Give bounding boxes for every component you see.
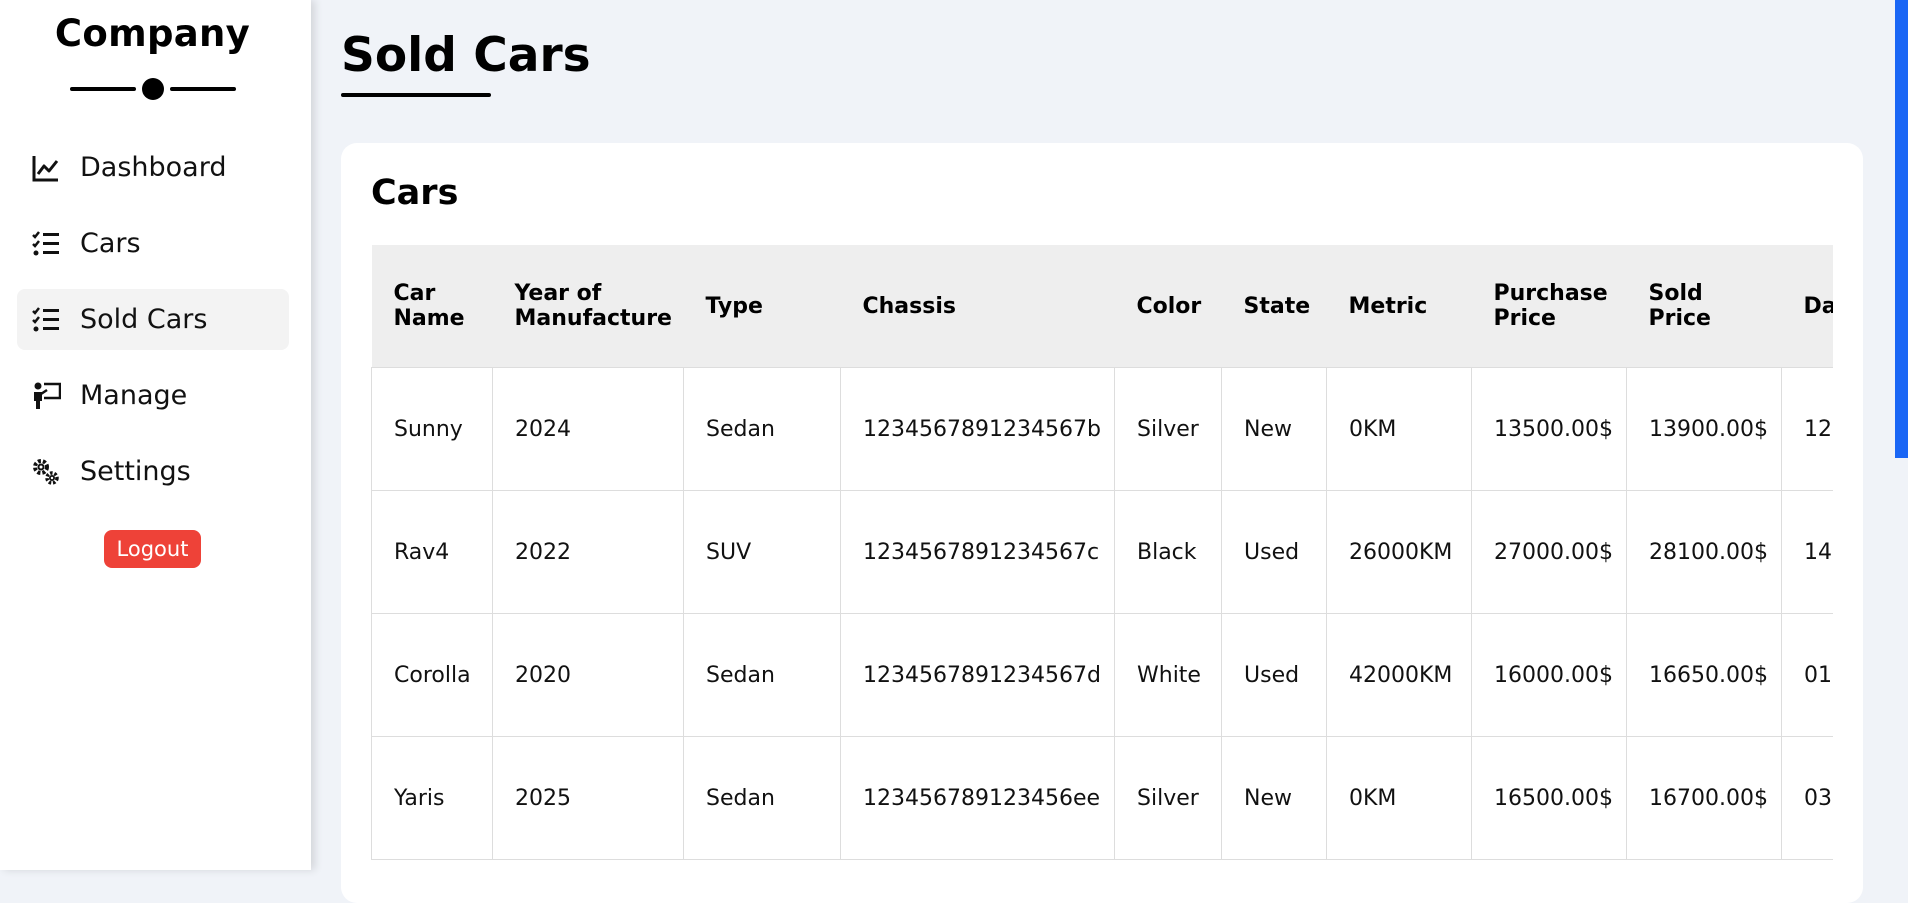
logout-button[interactable]: Logout <box>104 530 201 568</box>
table-cell: Sedan <box>683 613 841 737</box>
table-cell: 13500.00$ <box>1471 367 1627 491</box>
table-cell: Sunny <box>371 367 493 491</box>
table-cell: 2022 <box>492 490 684 614</box>
table-cell: Sedan <box>683 736 841 860</box>
table-cell: White <box>1114 613 1222 737</box>
table-cell: 01- 202 <box>1781 613 1833 737</box>
sidebar-item-label: Sold Cars <box>80 304 208 335</box>
table-cell: 14- 202 <box>1781 490 1833 614</box>
gears-icon <box>33 459 59 485</box>
table-cell: 13900.00$ <box>1626 367 1782 491</box>
page-scrollbar-thumb[interactable] <box>1895 0 1908 458</box>
table-cell: 16500.00$ <box>1471 736 1627 860</box>
column-header: Purchase Price <box>1471 245 1627 368</box>
column-header: State <box>1221 245 1327 368</box>
brand-divider <box>70 78 236 100</box>
sidebar-item-label: Settings <box>80 456 191 487</box>
column-header: Year of Manufacture <box>492 245 684 368</box>
table-cell: 2025 <box>492 736 684 860</box>
table-cell: 28100.00$ <box>1626 490 1782 614</box>
table-cell: Yaris <box>371 736 493 860</box>
table-row[interactable]: Yaris 2025 Sedan 123456789123456ee Silve… <box>371 736 1833 860</box>
table-cell: 16000.00$ <box>1471 613 1627 737</box>
table-cell: Used <box>1221 613 1327 737</box>
table-cell: 16650.00$ <box>1626 613 1782 737</box>
table-cell: Black <box>1114 490 1222 614</box>
table-header-row: Car Name Year of Manufacture Type Chassi… <box>371 245 1833 368</box>
table-cell: 123456789123456ee <box>840 736 1115 860</box>
list-check-icon <box>32 231 59 256</box>
cars-table-card: Cars Car Name Year of Manufacture Type C… <box>341 143 1863 903</box>
table-cell: Silver <box>1114 367 1222 491</box>
table-cell: 27000.00$ <box>1471 490 1627 614</box>
table-cell: 03- 202 <box>1781 736 1833 860</box>
sidebar-item-manage[interactable]: Manage <box>17 365 289 426</box>
person-chalkboard-icon <box>34 382 61 409</box>
sidebar-item-label: Manage <box>80 380 188 411</box>
table-cell: 12- 202 <box>1781 367 1833 491</box>
table-cell: 1234567891234567c <box>840 490 1115 614</box>
column-header: Type <box>683 245 841 368</box>
table-cell: 42000KM <box>1326 613 1472 737</box>
table-cell: 16700.00$ <box>1626 736 1782 860</box>
column-header: Date Pu <box>1781 245 1833 368</box>
table-cell: 26000KM <box>1326 490 1472 614</box>
table-cell: 2020 <box>492 613 684 737</box>
table-row[interactable]: Rav4 2022 SUV 1234567891234567c Black Us… <box>371 490 1833 614</box>
table-cell: 0KM <box>1326 736 1472 860</box>
sidebar-item-label: Dashboard <box>80 152 227 183</box>
title-underline <box>341 93 491 97</box>
list-check-icon <box>32 307 59 332</box>
table-cell: 1234567891234567b <box>840 367 1115 491</box>
sidebar-item-dashboard[interactable]: Dashboard <box>17 137 289 198</box>
column-header: Sold Price <box>1626 245 1782 368</box>
table-cell: Corolla <box>371 613 493 737</box>
chart-line-icon <box>32 156 59 182</box>
sidebar-item-cars[interactable]: Cars <box>17 213 289 274</box>
table-cell: SUV <box>683 490 841 614</box>
sidebar-item-label: Cars <box>80 228 141 259</box>
table-cell: Sedan <box>683 367 841 491</box>
sidebar-item-settings[interactable]: Settings <box>17 441 289 502</box>
table-cell: New <box>1221 736 1327 860</box>
table-cell: New <box>1221 367 1327 491</box>
table-row[interactable]: Sunny 2024 Sedan 1234567891234567b Silve… <box>371 367 1833 491</box>
table-cell: Rav4 <box>371 490 493 614</box>
table-cell: 0KM <box>1326 367 1472 491</box>
column-header: Car Name <box>371 245 493 368</box>
table-scroll-container[interactable]: Car Name Year of Manufacture Type Chassi… <box>371 245 1833 903</box>
table-cell: 2024 <box>492 367 684 491</box>
brand-logo-text: Company <box>54 12 251 55</box>
sidebar: Company Dashboard Cars Sold Cars Manage … <box>0 0 311 870</box>
sidebar-item-sold-cars[interactable]: Sold Cars <box>17 289 289 350</box>
column-header: Color <box>1114 245 1222 368</box>
column-header: Chassis <box>840 245 1115 368</box>
card-title: Cars <box>371 173 459 213</box>
table-cell: Silver <box>1114 736 1222 860</box>
table-cell: 1234567891234567d <box>840 613 1115 737</box>
table-cell: Used <box>1221 490 1327 614</box>
table-row[interactable]: Corolla 2020 Sedan 1234567891234567d Whi… <box>371 613 1833 737</box>
page-title: Sold Cars <box>341 28 591 83</box>
sold-cars-table: Car Name Year of Manufacture Type Chassi… <box>371 245 1833 860</box>
column-header: Metric <box>1326 245 1472 368</box>
